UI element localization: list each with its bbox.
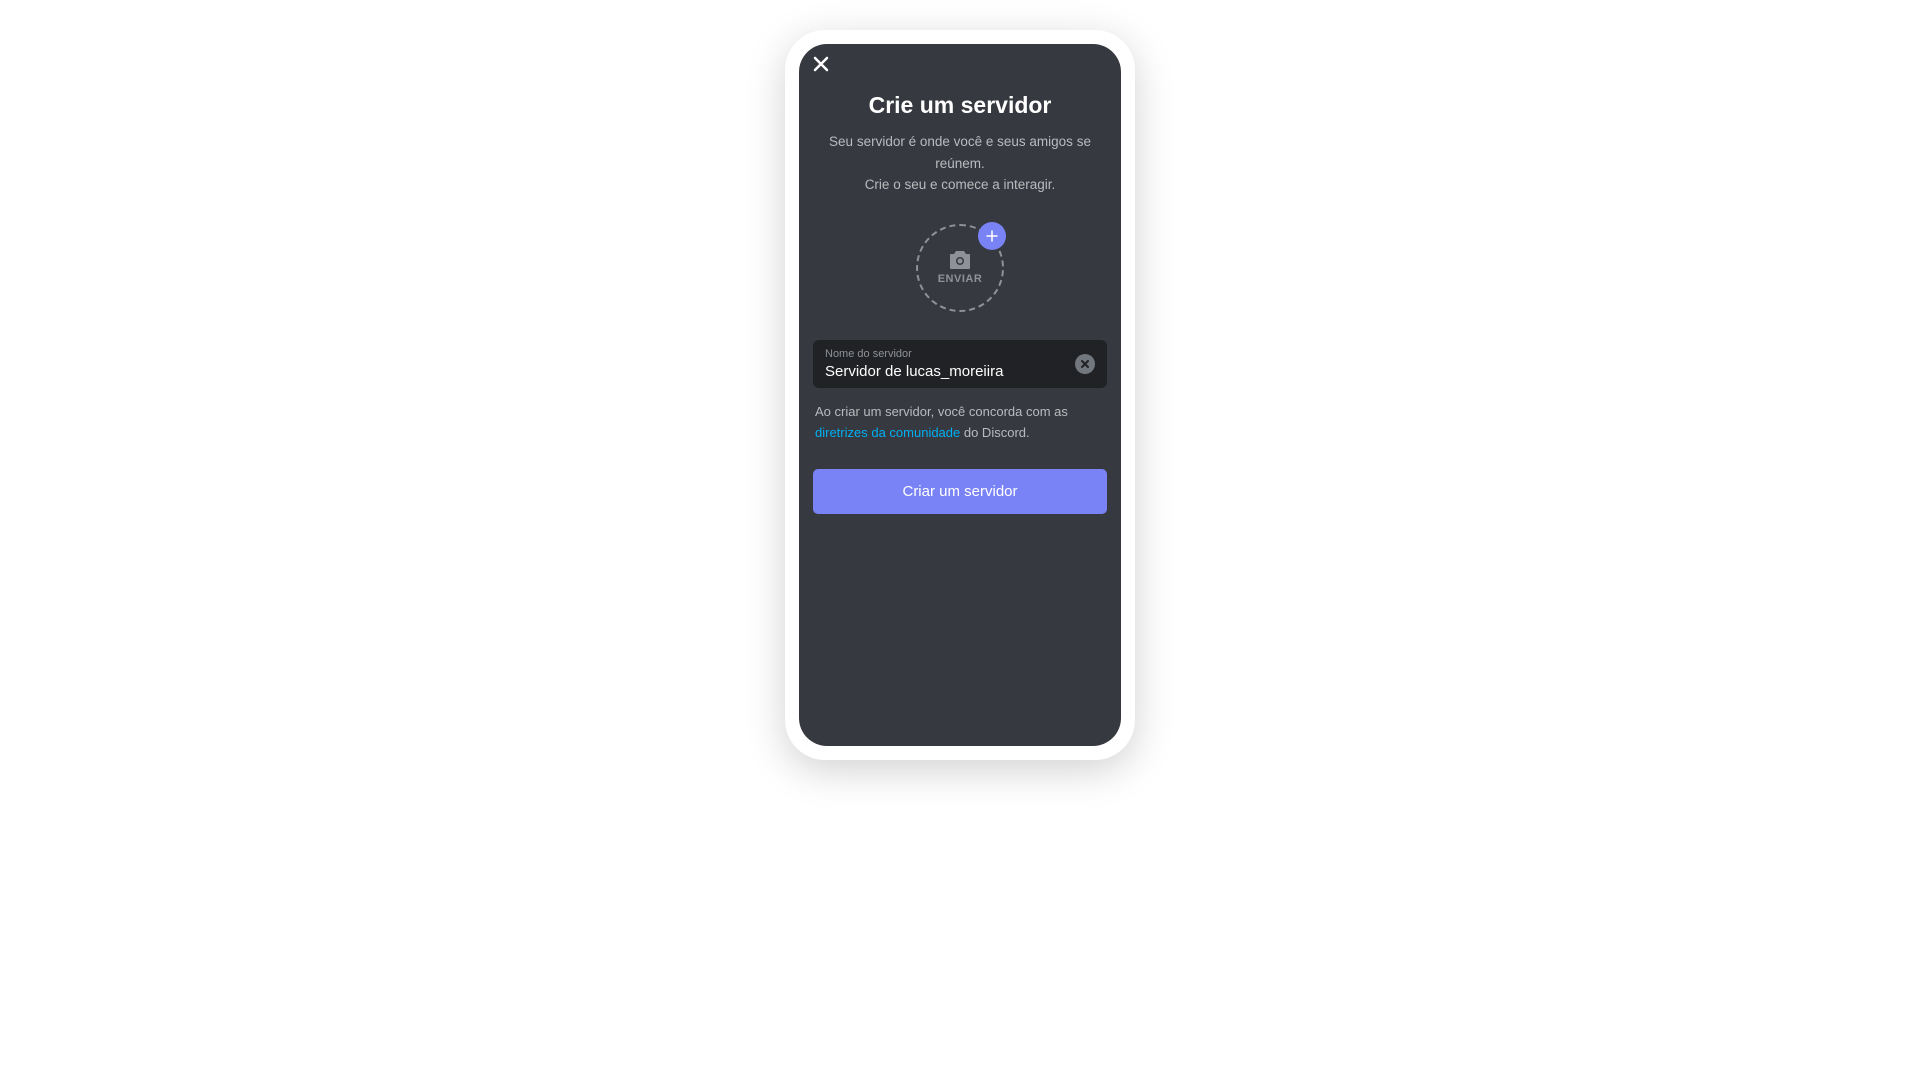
subtitle-line-1: Seu servidor é onde você e seus amigos s…: [829, 134, 1091, 171]
subtitle-line-2: Crie o seu e comece a interagir.: [865, 177, 1056, 192]
upload-image-button[interactable]: ENVIAR: [916, 224, 1004, 312]
upload-area: ENVIAR: [813, 224, 1107, 312]
close-button[interactable]: [813, 56, 829, 77]
plus-badge: [978, 222, 1006, 250]
terms-prefix: Ao criar um servidor, você concorda com …: [815, 404, 1068, 419]
app-screen: Crie um servidor Seu servidor é onde voc…: [799, 44, 1121, 746]
server-name-field[interactable]: Nome do servidor: [813, 340, 1107, 388]
server-name-input[interactable]: [825, 363, 1075, 380]
community-guidelines-link[interactable]: diretrizes da comunidade: [815, 425, 960, 440]
page-subtitle: Seu servidor é onde você e seus amigos s…: [813, 131, 1107, 196]
upload-label: ENVIAR: [938, 273, 983, 285]
create-server-button[interactable]: Criar um servidor: [813, 469, 1107, 514]
input-label: Nome do servidor: [825, 348, 1075, 360]
close-icon: [813, 56, 829, 72]
clear-icon: [1080, 359, 1090, 369]
phone-frame: Crie um servidor Seu servidor é onde voc…: [785, 30, 1135, 760]
plus-icon: [985, 229, 999, 243]
clear-input-button[interactable]: [1075, 354, 1095, 374]
input-text-group: Nome do servidor: [825, 348, 1075, 380]
page-title: Crie um servidor: [813, 92, 1107, 119]
terms-suffix: do Discord.: [960, 425, 1029, 440]
terms-text: Ao criar um servidor, você concorda com …: [813, 402, 1107, 444]
camera-icon: [948, 250, 972, 270]
